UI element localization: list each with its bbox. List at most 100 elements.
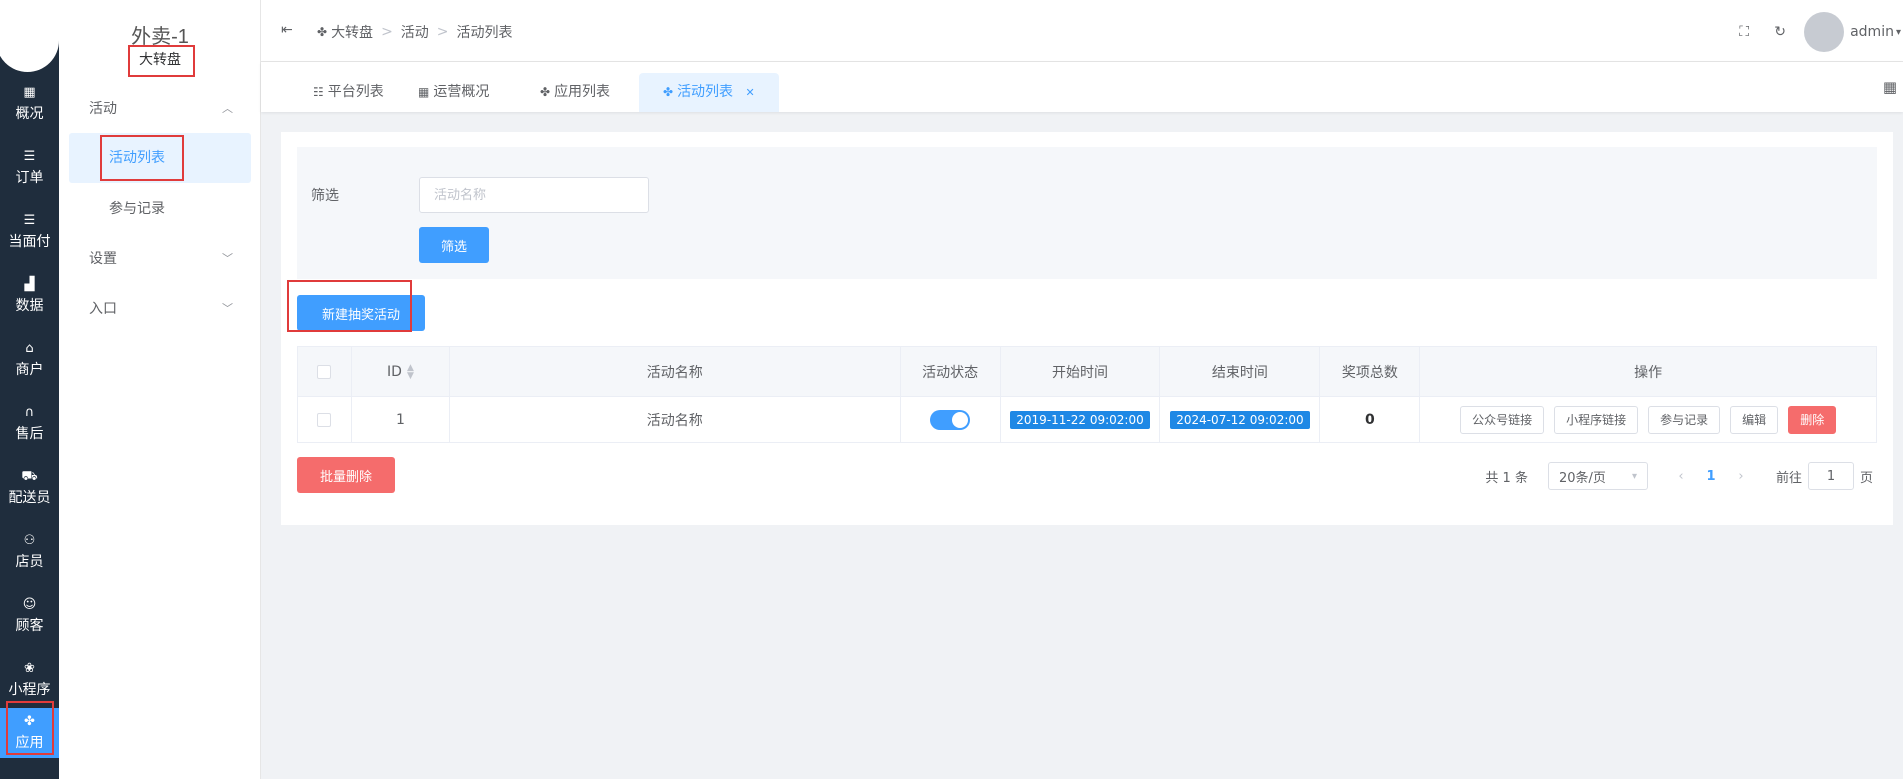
activity-name-input[interactable] (419, 177, 649, 213)
rail-item-customers[interactable]: ☺ 顾客 (0, 584, 59, 648)
rail-item-label: 当面付 (8, 233, 51, 250)
fold-menu-icon[interactable]: ⇤ (281, 22, 293, 38)
status-toggle[interactable] (930, 409, 971, 430)
rail-item-merchant[interactable]: ⌂ 商户 (0, 328, 59, 392)
edit-button[interactable]: 编辑 (1730, 405, 1779, 434)
header-actions: ⛶ ↻ admin ▾ (1726, 12, 1903, 52)
fullscreen-icon[interactable]: ⛶ (1726, 24, 1762, 40)
submenu-group-label: 设置 (89, 251, 117, 267)
goto-page-input[interactable] (1807, 462, 1854, 490)
bar-chart-icon: ▟ (24, 276, 35, 292)
submenu-item-label: 参与记录 (109, 201, 165, 217)
dashboard-icon: ▦ (418, 85, 430, 99)
highlight-box (6, 701, 54, 755)
row-select-cell (298, 397, 352, 442)
pagination: 共 1 条 20条/页 ▾ ‹ 1 › 前往 页 (1485, 462, 1873, 490)
rail-item-label: 小程序 (8, 681, 51, 698)
header-label: 开始时间 (1052, 364, 1109, 381)
submenu-group-settings[interactable]: 设置 ﹀ (69, 238, 251, 280)
submenu-item-participation-records[interactable]: 参与记录 (69, 188, 251, 230)
cell-name: 活动名称 (450, 397, 901, 442)
submenu-group-label: 入口 (89, 301, 117, 317)
breadcrumb-item[interactable]: 大转盘 (331, 22, 373, 42)
logo (0, 0, 59, 72)
official-account-link-button[interactable]: 公众号链接 (1460, 405, 1545, 434)
row-checkbox[interactable] (317, 412, 332, 427)
page-number-current[interactable]: 1 (1696, 469, 1726, 484)
submenu-group-entry[interactable]: 入口 ﹀ (69, 288, 251, 330)
next-page-icon[interactable]: › (1726, 469, 1756, 484)
user-circle-icon: ☺ (22, 596, 37, 612)
rail-item-delivery[interactable]: ⛟ 配送员 (0, 456, 59, 520)
tab-label: 平台列表 (327, 84, 384, 100)
header-end-time: 结束时间 (1160, 347, 1321, 396)
rail-item-label: 店员 (15, 553, 44, 570)
chevron-down-icon: ﹀ (222, 252, 233, 265)
users-icon: ⚇ (23, 532, 36, 548)
filter-label: 筛选 (311, 188, 339, 204)
rail-item-after-sales[interactable]: ∩ 售后 (0, 392, 59, 456)
list-icon: ☰ (23, 148, 36, 164)
breadcrumb-separator: > (381, 24, 393, 40)
page-suffix: 页 (1859, 470, 1873, 486)
top-header: ⇤ ✤ 大转盘 > 活动 > 活动列表 ⛶ ↻ admin ▾ (261, 0, 1903, 62)
header-name: 活动名称 (450, 347, 901, 396)
filter-panel: 筛选 筛选 (297, 147, 1877, 279)
tabs-bar: ☷ 平台列表 ▦ 运营概况 ✤ 应用列表 ✤ 活动列表 ✕ ▦ (261, 62, 1903, 112)
submenu-panel: 外卖-1 大转盘 活动 ︿ 活动列表 参与记录 设置 ﹀ 入口 ﹀ (59, 0, 261, 779)
table-row: 1 活动名称 2019-11-22 09:02:00 2024-07-12 09… (297, 397, 1878, 443)
truck-icon: ⛟ (21, 468, 38, 484)
table-header-row: ID ▲ ▼ 活动名称 活动状态 开始时间 结束时间 奖项总数 操作 (297, 347, 1878, 397)
chevron-up-icon: ︿ (222, 102, 233, 115)
rail-item-orders[interactable]: ☰ 订单 (0, 136, 59, 200)
delete-button[interactable]: 删除 (1788, 405, 1837, 434)
list-icon: ☷ (313, 85, 324, 99)
apps-icon: ✤ (317, 25, 328, 39)
cell-prize-total: 0 (1320, 397, 1421, 442)
rail-item-staff[interactable]: ⚇ 店员 (0, 520, 59, 584)
prev-page-icon[interactable]: ‹ (1666, 469, 1696, 484)
submenu-group-activity[interactable]: 活动 ︿ (69, 88, 251, 130)
select-all-checkbox[interactable] (317, 364, 332, 379)
end-time-tag: 2024-07-12 09:02:00 (1170, 410, 1310, 429)
header-id[interactable]: ID ▲ ▼ (352, 347, 450, 396)
grid-menu-icon[interactable]: ▦ (1883, 78, 1897, 96)
chevron-down-icon[interactable]: ▾ (1896, 27, 1901, 38)
batch-delete-button[interactable]: 批量删除 (297, 457, 395, 493)
goto-label: 前往 (1775, 470, 1802, 486)
rail-item-label: 概况 (15, 105, 44, 122)
header-label: 活动状态 (922, 364, 979, 381)
mini-program-link-button[interactable]: 小程序链接 (1554, 405, 1639, 434)
header-actions: 操作 (1420, 347, 1878, 396)
chevron-down-icon: ▾ (1631, 470, 1637, 482)
close-icon[interactable]: ✕ (746, 86, 755, 99)
tab-app-list[interactable]: ✤ 应用列表 (540, 73, 610, 112)
wechat-icon: ❀ (24, 660, 35, 676)
rail-item-label: 配送员 (8, 489, 51, 506)
sort-icon[interactable]: ▲ ▼ (407, 363, 414, 380)
filter-button[interactable]: 筛选 (419, 227, 489, 263)
rail-item-face-pay[interactable]: ☰ 当面付 (0, 200, 59, 264)
activity-table: ID ▲ ▼ 活动名称 活动状态 开始时间 结束时间 奖项总数 操作 1 活动名称 … (297, 346, 1878, 443)
avatar[interactable] (1804, 12, 1845, 52)
header-label: 结束时间 (1211, 364, 1268, 381)
refresh-icon[interactable]: ↻ (1762, 24, 1798, 40)
toggle-knob (952, 411, 969, 428)
cell-status (901, 397, 1001, 442)
tab-label: 运营概况 (433, 84, 490, 100)
tab-activity-list[interactable]: ✤ 活动列表 ✕ (639, 73, 779, 112)
cell-end-time: 2024-07-12 09:02:00 (1160, 397, 1321, 442)
apps-icon: ✤ (540, 85, 551, 99)
username[interactable]: admin (1850, 24, 1894, 40)
breadcrumb-item[interactable]: 活动 (401, 22, 429, 42)
tab-platform-list[interactable]: ☷ 平台列表 (313, 73, 384, 112)
page-size-select[interactable]: 20条/页 ▾ (1547, 462, 1648, 490)
rail-item-label: 数据 (15, 297, 44, 314)
rail-item-data[interactable]: ▟ 数据 (0, 264, 59, 328)
header-select-cell (298, 347, 352, 396)
rail-item-overview[interactable]: ▦ 概况 (0, 72, 59, 136)
tab-operations-overview[interactable]: ▦ 运营概况 (418, 73, 489, 112)
rail-item-label: 订单 (15, 169, 44, 186)
apps-icon: ✤ (663, 85, 674, 99)
participation-records-button[interactable]: 参与记录 (1648, 405, 1721, 434)
